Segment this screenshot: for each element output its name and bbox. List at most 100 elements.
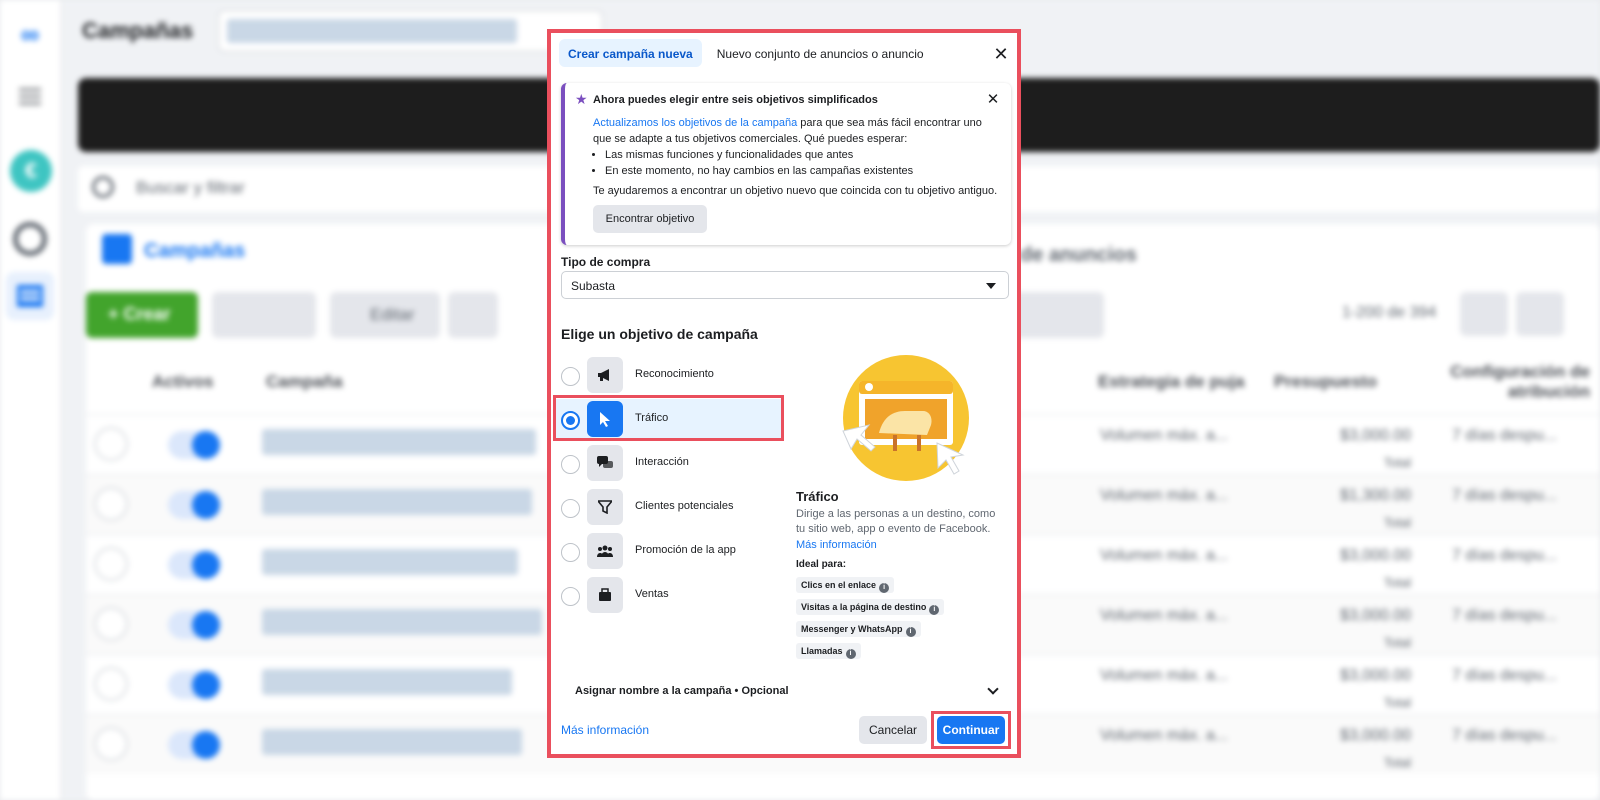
traffic-illustration xyxy=(842,355,969,481)
create-button[interactable]: + Crear xyxy=(86,292,198,338)
folder-icon xyxy=(102,234,132,264)
info-icon[interactable]: i xyxy=(929,605,940,615)
objective-detail-title: Tráfico xyxy=(796,489,839,504)
edit-button[interactable]: Editar xyxy=(330,292,440,338)
objective-option-awareness[interactable]: Reconocimiento xyxy=(553,355,783,397)
objective-label: Tráfico xyxy=(635,412,669,424)
objective-option-sales[interactable]: Ventas xyxy=(553,575,783,617)
objective-radio[interactable] xyxy=(561,367,580,386)
page-title: Campañas xyxy=(82,18,194,43)
ideal-chip-label: Llamadas xyxy=(801,646,843,656)
info-icon[interactable]: i xyxy=(879,583,890,593)
attribution-cell: 7 días despu... xyxy=(1452,547,1557,564)
tab-campaigns[interactable]: Campañas xyxy=(144,240,245,263)
row-checkbox[interactable] xyxy=(94,727,128,761)
campaign-name[interactable] xyxy=(262,729,522,755)
objective-radio[interactable] xyxy=(561,543,580,562)
tab-new-adset-or-ad[interactable]: Nuevo conjunto de anuncios o anuncio xyxy=(708,39,933,67)
cancel-button[interactable]: Cancelar xyxy=(859,716,927,744)
info-icon[interactable]: i xyxy=(905,627,916,637)
menu-icon[interactable] xyxy=(10,76,50,116)
budget-cell: $1,300.00 Total xyxy=(1340,487,1412,530)
create-campaign-dialog: Crear campaña nueva Nuevo conjunto de an… xyxy=(547,29,1021,758)
column-header-attribution[interactable]: Configuración de atribución xyxy=(1450,362,1590,402)
objective-option-app-promotion[interactable]: Promoción de la app xyxy=(553,531,783,573)
footer-more-info-link[interactable]: Más información xyxy=(561,723,649,737)
prev-page-button[interactable] xyxy=(1460,292,1508,336)
row-toggle[interactable] xyxy=(168,431,220,459)
chevron-down-icon xyxy=(987,683,999,695)
info-icon[interactable]: i xyxy=(845,649,856,659)
row-checkbox[interactable] xyxy=(94,427,128,461)
grid-icon[interactable] xyxy=(6,272,54,320)
budget-cell: $3,000.00 Total xyxy=(1340,547,1412,590)
objective-more-info-link[interactable]: Más información xyxy=(796,539,877,551)
objective-radio[interactable] xyxy=(561,587,580,606)
ideal-chip-label: Clics en el enlace xyxy=(801,580,877,590)
notice-extra-text: Te ayudaremos a encontrar un objetivo nu… xyxy=(593,185,998,197)
bid-cell: Volumen máx. a... xyxy=(1100,547,1229,564)
budget-cell: $3,000.00 Total xyxy=(1340,427,1412,470)
attribution-cell: 7 días despu... xyxy=(1452,607,1557,624)
campaign-name[interactable] xyxy=(262,429,536,455)
attribution-cell: 7 días despu... xyxy=(1452,727,1557,744)
notice-bullets: Las mismas funciones y funcionalidades q… xyxy=(605,147,1003,179)
row-toggle[interactable] xyxy=(168,491,220,519)
tab-ads[interactable]: de anuncios xyxy=(1020,244,1137,267)
objective-label: Clientes potenciales xyxy=(635,500,734,512)
objectives-update-link[interactable]: Actualizamos los objetivos de la campaña xyxy=(593,117,797,129)
row-checkbox[interactable] xyxy=(94,487,128,521)
row-checkbox[interactable] xyxy=(94,667,128,701)
duplicate-button[interactable] xyxy=(212,292,316,338)
notice-close-icon[interactable]: ✕ xyxy=(983,91,1003,111)
campaign-name[interactable] xyxy=(262,549,518,575)
row-toggle[interactable] xyxy=(168,611,220,639)
gauge-icon[interactable] xyxy=(13,222,47,256)
close-icon[interactable]: ✕ xyxy=(991,45,1011,65)
continue-highlight: Continuar xyxy=(931,711,1011,749)
purchase-type-select[interactable]: Subasta xyxy=(561,271,1009,299)
edit-dropdown-button[interactable] xyxy=(448,292,498,338)
find-objective-button[interactable]: Encontrar objetivo xyxy=(593,205,707,233)
cursor-icon xyxy=(587,401,623,437)
meta-logo-icon: ∞ xyxy=(20,18,40,49)
attribution-cell: 7 días despu... xyxy=(1452,667,1557,684)
objective-radio[interactable] xyxy=(561,455,580,474)
tab-new-campaign[interactable]: Crear campaña nueva xyxy=(559,39,702,67)
continue-button[interactable]: Continuar xyxy=(937,716,1005,744)
objective-option-engagement[interactable]: Interacción xyxy=(553,443,783,485)
campaign-name-accordion[interactable]: Asignar nombre a la campaña • Opcional xyxy=(563,681,1003,701)
objective-option-leads[interactable]: Clientes potenciales xyxy=(553,487,783,529)
objective-label: Ventas xyxy=(635,588,669,600)
row-toggle[interactable] xyxy=(168,551,220,579)
column-header-campaign[interactable]: Campaña xyxy=(266,372,343,392)
column-header-budget[interactable]: Presupuesto xyxy=(1274,372,1377,392)
objective-option-traffic[interactable]: Tráfico xyxy=(553,399,783,441)
campaign-name[interactable] xyxy=(262,609,542,635)
attribution-cell: 7 días despu... xyxy=(1452,427,1557,444)
account-selector[interactable] xyxy=(218,10,603,52)
objective-heading: Elige un objetivo de campaña xyxy=(561,326,758,342)
row-toggle[interactable] xyxy=(168,731,220,759)
next-page-button[interactable] xyxy=(1516,292,1564,336)
row-toggle[interactable] xyxy=(168,671,220,699)
euro-icon[interactable]: € xyxy=(10,150,52,192)
column-header-bid[interactable]: Estrategia de puja xyxy=(1098,372,1244,392)
search-placeholder: Buscar y filtrar xyxy=(136,178,245,197)
ideal-chip: Messenger y WhatsApp i xyxy=(796,621,921,637)
notice-bullet: Las mismas funciones y funcionalidades q… xyxy=(605,147,1003,163)
campaign-name[interactable] xyxy=(262,489,532,515)
row-checkbox[interactable] xyxy=(94,607,128,641)
campaign-name-label: Asignar nombre a la campaña • Opcional xyxy=(575,685,789,697)
ideal-chip: Clics en el enlace i xyxy=(796,577,895,593)
row-checkbox[interactable] xyxy=(94,547,128,581)
notice-title: Ahora puedes elegir entre seis objetivos… xyxy=(593,94,878,106)
ideal-for-label: Ideal para: xyxy=(796,559,847,570)
left-rail: ∞ € xyxy=(0,0,62,800)
objective-radio[interactable] xyxy=(561,499,580,518)
column-header-active[interactable]: Activos xyxy=(152,372,213,392)
ideal-chip: Llamadas i xyxy=(796,643,861,659)
campaign-name[interactable] xyxy=(262,669,512,695)
objective-radio[interactable] xyxy=(561,411,580,430)
dialog-tabs: Crear campaña nueva Nuevo conjunto de an… xyxy=(559,39,933,67)
